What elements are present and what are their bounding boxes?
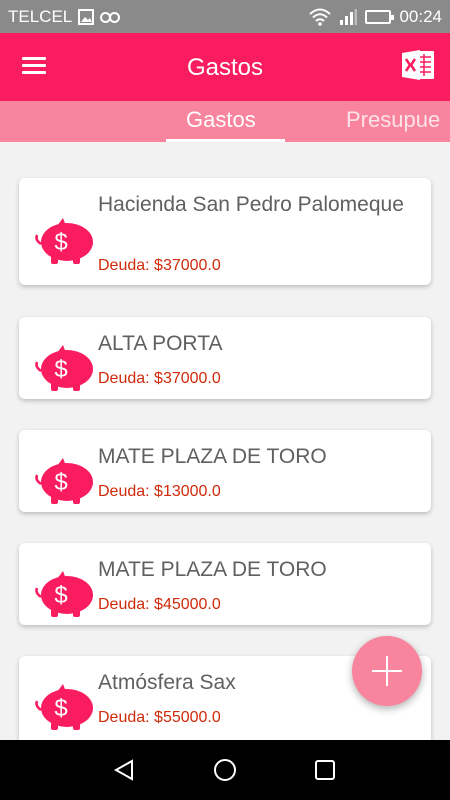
expense-title: MATE PLAZA DE TORO (98, 558, 327, 581)
piggy-bank-icon: $ (35, 218, 93, 264)
piggy-bank-icon: $ (35, 345, 93, 391)
status-time: 00:24 (399, 7, 442, 26)
svg-text:$: $ (54, 469, 67, 496)
battery-icon (365, 10, 395, 24)
status-bar: TELCEL 00:24 (0, 0, 450, 33)
voicemail-icon (100, 11, 121, 23)
expense-debt: Deuda: $37000.0 (98, 370, 221, 387)
expense-title: MATE PLAZA DE TORO (98, 445, 327, 468)
page-title: Gastos (186, 54, 264, 81)
excel-icon[interactable] (400, 47, 436, 83)
expense-card[interactable]: $ MATE PLAZA DE TORO Deuda: $13000.0 (19, 430, 431, 512)
wifi-icon (309, 8, 332, 26)
home-icon[interactable] (213, 758, 237, 782)
piggy-bank-icon: $ (35, 571, 93, 617)
piggy-bank-icon: $ (35, 458, 93, 504)
signal-icon (340, 9, 358, 25)
expense-card[interactable]: $ Hacienda San Pedro Palomeque Deuda: $3… (19, 178, 431, 285)
tab-gastos[interactable]: Gastos (186, 107, 256, 133)
expense-title: ALTA PORTA (98, 332, 223, 355)
back-icon[interactable] (112, 758, 136, 782)
tab-bar: Gastos Presupue (0, 101, 450, 142)
app-bar: Gastos (0, 33, 450, 101)
expense-debt: Deuda: $55000.0 (98, 709, 221, 726)
expense-debt: Deuda: $45000.0 (98, 596, 221, 613)
expense-debt: Deuda: $37000.0 (98, 257, 221, 274)
svg-text:$: $ (54, 229, 67, 256)
expense-debt: Deuda: $13000.0 (98, 483, 221, 500)
expense-title: Hacienda San Pedro Palomeque (98, 193, 404, 216)
piggy-bank-icon: $ (35, 684, 93, 730)
recent-apps-icon[interactable] (313, 758, 337, 782)
carrier-name: TELCEL (8, 7, 73, 26)
svg-text:$: $ (54, 695, 67, 722)
system-nav-bar (0, 740, 450, 800)
expense-card[interactable]: $ MATE PLAZA DE TORO Deuda: $45000.0 (19, 543, 431, 625)
add-expense-button[interactable] (352, 636, 422, 706)
expense-card[interactable]: $ ALTA PORTA Deuda: $37000.0 (19, 317, 431, 399)
image-notification-icon (78, 9, 95, 25)
svg-text:$: $ (54, 582, 67, 609)
tab-presupuestos[interactable]: Presupue (346, 107, 440, 133)
svg-text:$: $ (54, 356, 67, 383)
